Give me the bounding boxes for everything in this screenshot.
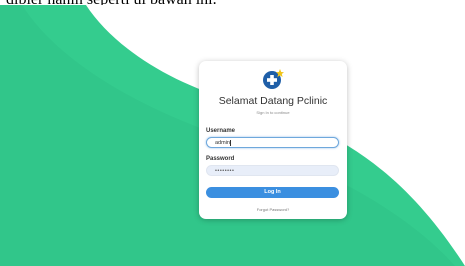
login-button[interactable]: Log In: [206, 187, 339, 198]
medical-cross-icon: [263, 69, 284, 89]
username-input[interactable]: admin: [206, 137, 339, 148]
welcome-title: Selamat Datang Pclinic: [218, 95, 328, 107]
sign-in-subtitle: Sign In to continue: [256, 110, 290, 115]
username-value: admin: [215, 140, 230, 146]
password-label: Password: [206, 156, 235, 162]
text-caret: [230, 139, 232, 146]
login-card: Selamat Datang Pclinic Sign In to contin…: [199, 61, 347, 219]
password-mask: ••••••••: [215, 168, 235, 174]
username-label: Username: [206, 128, 236, 134]
forgot-password-link[interactable]: Forgot Password?: [199, 207, 347, 212]
login-page: Selamat Datang Pclinic Sign In to contin…: [0, 5, 465, 266]
password-input[interactable]: ••••••••: [206, 165, 339, 176]
